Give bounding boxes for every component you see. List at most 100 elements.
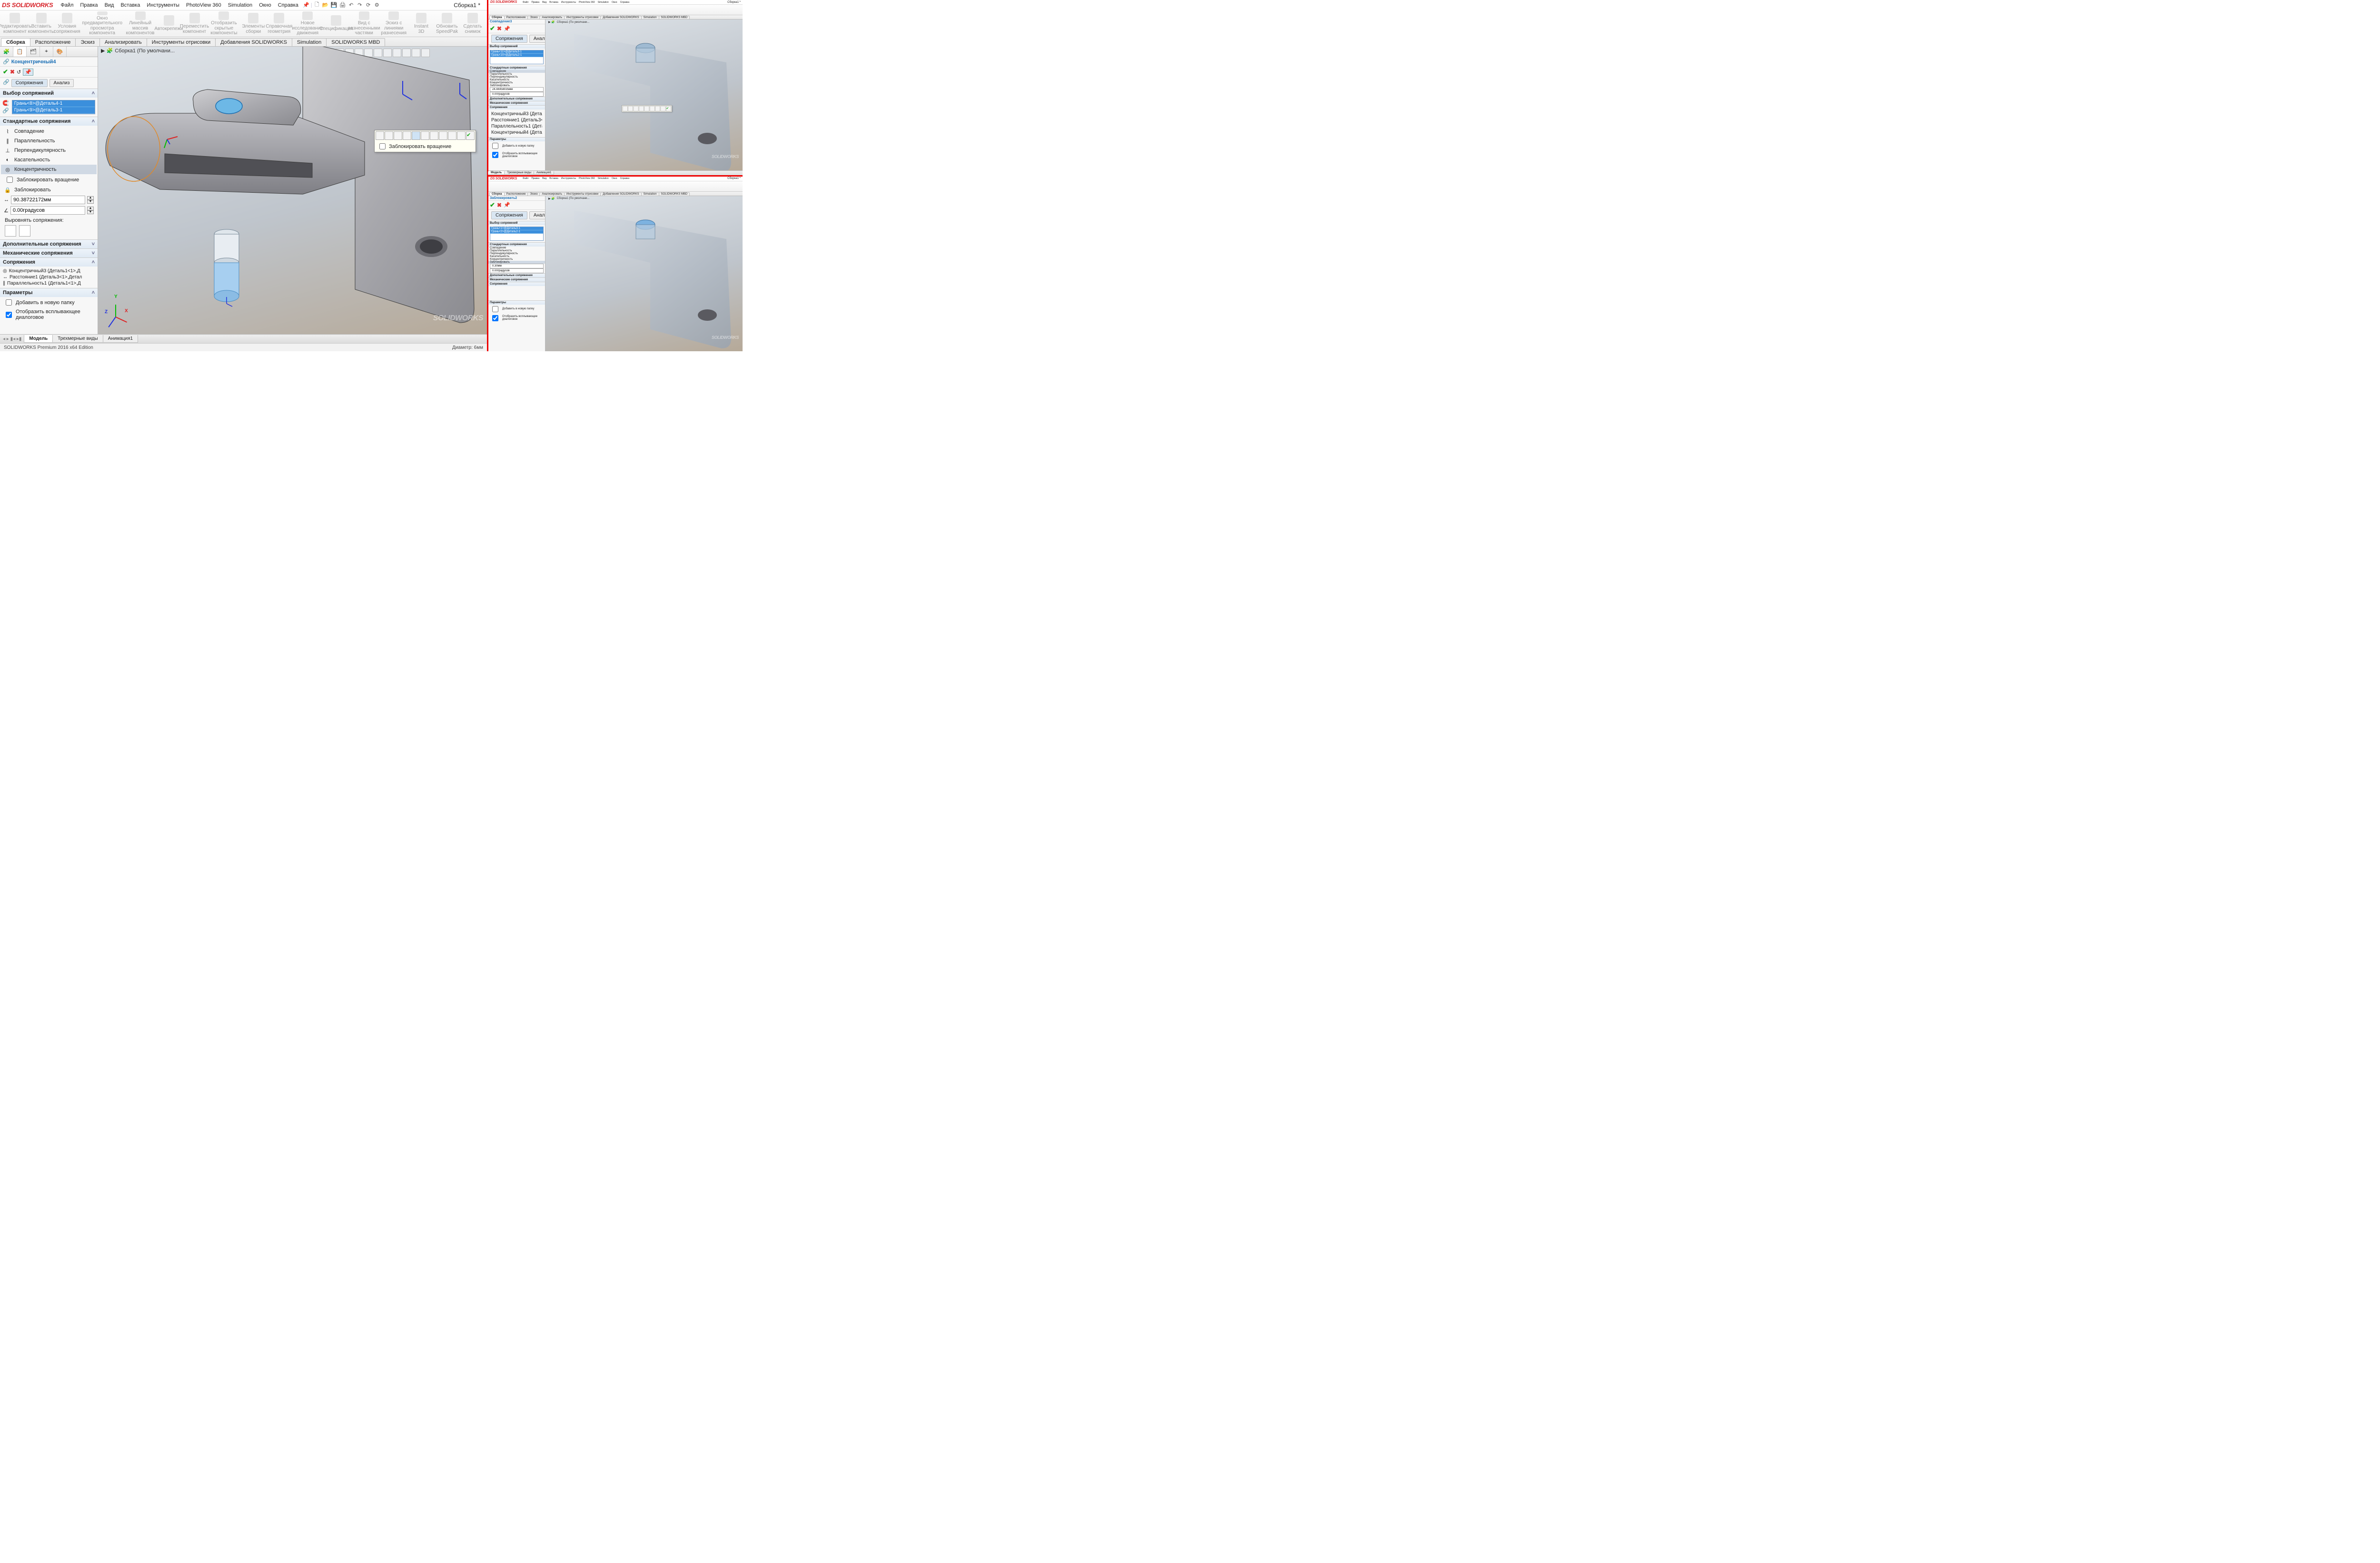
redo-icon[interactable]: ↷ [356, 1, 364, 9]
t-cancel[interactable]: ✖ [497, 25, 502, 32]
t-menu[interactable]: Инструменты [560, 1, 577, 4]
opt-newfolder-checkbox[interactable] [6, 299, 12, 306]
pnl-tab-dim[interactable]: ⌖ [40, 47, 53, 57]
chevron-up-icon[interactable]: ˄ [92, 259, 95, 265]
options-icon[interactable]: ⚙ [373, 1, 381, 9]
t-mi[interactable]: Расстояние1 (Деталь3<1>,Деталь3<... [491, 117, 542, 123]
pop-concentric[interactable] [412, 131, 420, 140]
selection-2[interactable]: Грань<9>@Деталь3-1 [12, 107, 95, 114]
mate-selection-list[interactable]: Грань<8>@Деталь4-1 Грань<9>@Деталь3-1 [12, 100, 95, 114]
t-tab[interactable]: Анализировать [539, 16, 564, 19]
b-viewport[interactable]: ▶ 🧩 Сборка1 (По умолчани... SOLIDWORKS [545, 196, 743, 352]
t-ang[interactable] [490, 92, 544, 97]
b-tab[interactable]: Инструменты отрисовки [564, 192, 601, 196]
mate-concentric[interactable]: ◎Концентричность [1, 165, 97, 174]
tab-layout[interactable]: Расположение [30, 38, 76, 46]
t-btab[interactable]: Модель [488, 171, 505, 175]
mate-lock[interactable]: 🔒Заблокировать [1, 185, 97, 195]
mate-item-3[interactable]: ∥Параллельность1 (Деталь1<1>,Д [3, 280, 95, 287]
b-pin[interactable]: 📌 [504, 202, 510, 208]
t-menu[interactable]: Окно [611, 1, 618, 4]
b-tab[interactable]: Эскиз [527, 192, 540, 196]
cmd-refgeom[interactable]: Справочная геометрия [268, 11, 290, 36]
undo-icon[interactable]: ↶ [347, 1, 355, 9]
cmd-motion[interactable]: Новое исследование движения [293, 11, 322, 36]
graphics-viewport[interactable]: ▶ 🧩 Сборка1 (По умолчани... [98, 47, 487, 334]
model-pin[interactable] [210, 228, 243, 313]
entities-icon[interactable]: 🧲 [2, 100, 9, 106]
selection-1[interactable]: Грань<8>@Деталь4-1 [12, 100, 95, 107]
b-menu[interactable]: Файл [522, 177, 529, 180]
b-ang[interactable] [490, 268, 544, 273]
btab-model[interactable]: Модель [24, 335, 53, 343]
t-tab[interactable]: Simulation [641, 16, 659, 19]
cmd-insert-components[interactable]: Вставить компоненты [30, 11, 53, 36]
cancel-button[interactable]: ✖ [10, 69, 15, 75]
view-triad[interactable]: Y X Z [106, 297, 129, 321]
tab-sketch[interactable]: Эскиз [75, 38, 99, 46]
chevron-up-icon[interactable]: ˄ [92, 90, 95, 96]
pin-icon[interactable]: 📌 [302, 1, 310, 9]
print-icon[interactable]: 🖨 [339, 1, 347, 9]
t-subtab[interactable]: Сопряжения [491, 35, 527, 43]
t-mi[interactable]: Концентричный3 (Деталь1<1>,Дет... [491, 111, 542, 117]
pushpin-icon[interactable]: 📌 [23, 69, 33, 76]
tab-evaluate[interactable]: Анализировать [99, 38, 147, 46]
chevron-up-icon[interactable]: ˄ [92, 290, 95, 296]
b-tab[interactable]: Simulation [641, 192, 659, 196]
pnl-tab-appearance[interactable]: 🎨 [53, 47, 67, 57]
pop-parallel[interactable] [385, 131, 393, 140]
b-menu[interactable]: PhotoView 360 [578, 177, 596, 180]
distance-input[interactable] [11, 196, 85, 204]
b-ok[interactable]: ✔ [490, 201, 495, 209]
t-menu[interactable]: Файл [522, 1, 529, 4]
cmd-explodesketch[interactable]: Эскиз с линиями разнесения [380, 11, 407, 36]
cmd-showhidden[interactable]: Отобразить скрытые компоненты [209, 11, 239, 36]
t-menu[interactable]: Simulation [597, 1, 610, 4]
t-menu[interactable]: Вставка [548, 1, 559, 4]
t-mi[interactable]: Параллельность1 (Деталь1<1>,Де... [491, 123, 542, 129]
t-menu[interactable]: PhotoView 360 [578, 1, 596, 4]
pop-lock[interactable] [421, 131, 429, 140]
multimate-icon[interactable]: 🔗 [2, 108, 9, 114]
btab-3dviews[interactable]: Трехмерные виды [52, 335, 103, 343]
open-icon[interactable]: 📂 [322, 1, 329, 9]
b-menu[interactable]: Правка [530, 177, 540, 180]
cmd-snapshot[interactable]: Сделать снимок [461, 11, 484, 36]
t-cb[interactable] [492, 152, 498, 158]
menu-insert[interactable]: Вставка [118, 1, 143, 9]
pop-distance[interactable] [430, 131, 438, 140]
new-icon[interactable]: 🗋 [313, 1, 321, 9]
b-subtab[interactable]: Сопряжения [491, 211, 527, 219]
undo-pm-icon[interactable]: ↺ [17, 69, 21, 75]
align-anti-button[interactable] [19, 225, 30, 237]
pop-coincident[interactable] [376, 131, 384, 140]
menu-edit[interactable]: Правка [77, 1, 100, 9]
pop-perpendicular[interactable] [394, 131, 402, 140]
chevron-up-icon[interactable]: ˄ [92, 119, 95, 124]
b-cancel[interactable]: ✖ [497, 202, 502, 208]
t-mi[interactable]: Концентричный4 (Деталь4<1>,Дет... [491, 129, 542, 136]
t-tab[interactable]: Расположение [504, 16, 528, 19]
pop-angle[interactable] [439, 131, 447, 140]
t-btab[interactable]: Анимация1 [534, 171, 555, 175]
distance-spinner[interactable]: ▲▼ [87, 196, 94, 204]
b-cb[interactable] [492, 315, 498, 321]
t-tab[interactable]: SOLIDWORKS MBD [659, 16, 690, 19]
t-menu[interactable]: Вид [541, 1, 547, 4]
cmd-speedpak[interactable]: Обновить SpeedPak [436, 11, 458, 36]
pnl-tab-pm[interactable]: 📋 [13, 47, 27, 57]
menu-sim[interactable]: Simulation [225, 1, 255, 9]
tab-addins[interactable]: Добавления SOLIDWORKS [215, 38, 292, 46]
t-ok[interactable]: ✔ [490, 25, 495, 32]
b-tab[interactable]: Анализировать [539, 192, 564, 196]
b-tab[interactable]: Добавления SOLIDWORKS [600, 192, 641, 196]
pop-tangent[interactable] [403, 131, 411, 140]
save-icon[interactable]: 💾 [330, 1, 338, 9]
b-cb[interactable] [492, 306, 498, 312]
subtab-analysis[interactable]: Анализ [50, 79, 74, 87]
angle-input[interactable] [10, 206, 85, 215]
cmd-mate[interactable]: Условия сопряжения [56, 11, 79, 36]
b-tab[interactable]: Сборка [489, 192, 505, 196]
ok-button[interactable]: ✔ [3, 68, 8, 76]
